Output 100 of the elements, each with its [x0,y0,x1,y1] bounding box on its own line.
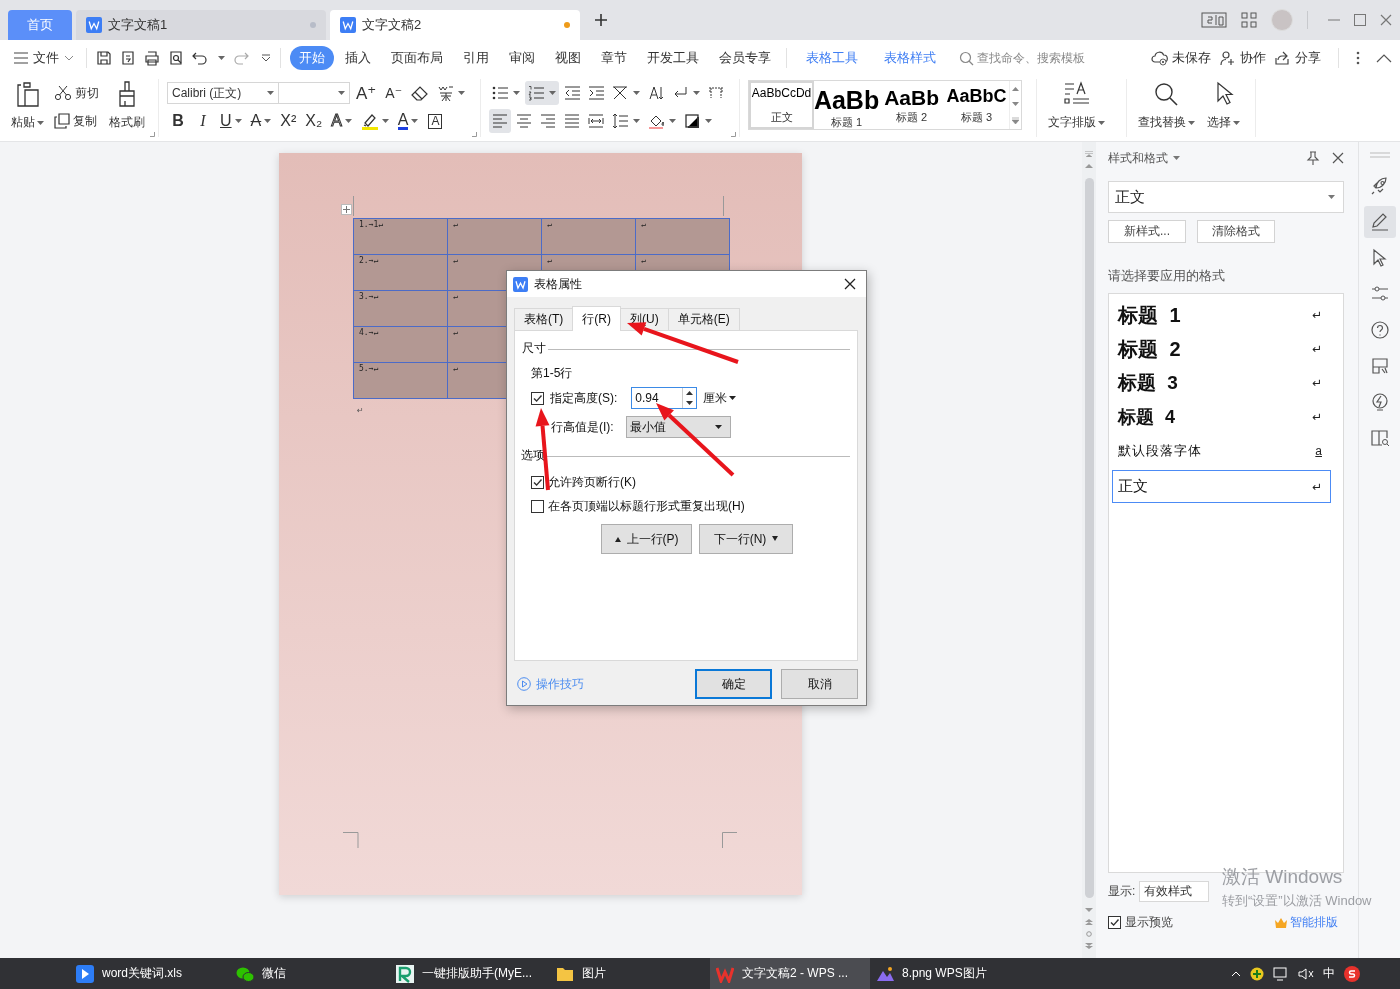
font-color-button[interactable]: A [394,109,422,133]
input-method-icon[interactable] [1344,965,1360,982]
plus-circle-icon[interactable] [1250,966,1264,981]
more-styles-icon[interactable] [1012,116,1020,124]
grow-font-button[interactable]: A⁺ [353,81,380,105]
ribbon-tab[interactable]: 视图 [546,46,590,70]
italic-button[interactable]: I [192,109,214,133]
style-item[interactable]: 标题 4 ↵ [1112,400,1331,434]
network-icon[interactable] [1273,966,1289,981]
style-gallery-item[interactable]: AaBbC 标题 3 [944,81,1010,129]
ribbon-tab[interactable]: 章节 [592,46,636,70]
pin-icon[interactable] [1306,151,1320,165]
style-gallery-item[interactable]: AaBbCcDd 正文 [749,81,815,129]
dialog-tab[interactable]: 单元格(E) [667,308,740,330]
ribbon-tab[interactable]: 插入 [336,46,380,70]
ribbon-tab[interactable]: 页面布局 [382,46,452,70]
bold-button[interactable]: B [167,109,189,133]
style-item[interactable]: 标题 1 ↵ [1112,298,1331,332]
dialog-launcher-icon[interactable] [150,132,155,137]
shrink-font-button[interactable]: A⁻ [382,81,406,105]
ribbon-tab[interactable]: 引用 [454,46,498,70]
taskbar-item[interactable]: word关键词.xls [70,958,230,989]
style-item[interactable]: 默认段落字体 a [1112,434,1331,468]
scroll-up-icon[interactable] [1085,163,1093,169]
align-left-button[interactable] [489,109,512,133]
save-icon[interactable] [96,50,112,66]
close-icon[interactable] [1332,152,1344,164]
dialog-launcher-icon[interactable] [472,132,478,137]
table-move-handle-icon[interactable] [341,204,352,215]
document-tab[interactable]: 文字文稿1 [76,10,326,40]
scrollbar-thumb[interactable] [1084,178,1094,898]
style-item[interactable]: 正文 ↵ [1112,470,1331,503]
grid-icon[interactable] [1241,12,1257,28]
copy-button[interactable]: 复制 [51,109,102,133]
more-icon[interactable] [1356,51,1360,65]
dual-view-icon[interactable] [1201,12,1227,28]
taskbar-item[interactable]: 图片 [550,958,710,989]
input-method-indicator[interactable]: 中 [1323,965,1335,982]
scroll-down-icon[interactable] [1085,907,1093,913]
superscript-button[interactable]: X² [277,109,300,133]
checkbox[interactable] [531,475,544,489]
file-menu[interactable]: 文件 [14,49,74,67]
print-icon[interactable] [144,50,160,66]
style-gallery-item[interactable]: AaBb 标题 2 [879,81,945,129]
select-button[interactable]: 选择 [1204,79,1244,133]
height-rule-dropdown[interactable]: 最小值 [625,416,731,438]
redo-icon[interactable] [233,50,249,66]
close-icon[interactable] [844,278,856,290]
new-style-button[interactable]: 新样式... [1108,220,1186,243]
unit-dropdown[interactable]: 厘米 [703,389,737,407]
collapse-icon[interactable] [1376,53,1392,63]
chevron-up-icon[interactable] [1231,970,1241,977]
next-row-button[interactable]: 下一行(N) [699,524,793,554]
spin-up-icon[interactable] [686,391,694,395]
search-field[interactable]: 查找命令、搜索模板 [959,50,1097,66]
character-border-button[interactable]: A [424,109,447,133]
strikethrough-button[interactable]: A [247,109,275,133]
style-item[interactable]: 标题 2 ↵ [1112,332,1331,366]
subscript-button[interactable]: X₂ [302,109,326,133]
document-tab[interactable]: 文字文稿2 [330,10,580,40]
checkbox[interactable] [1108,916,1121,929]
plus-icon[interactable] [594,13,608,27]
share-button[interactable]: 分享 [1274,49,1321,67]
ribbon-tab[interactable]: 表格工具 [797,46,867,70]
previous-row-button[interactable]: 上一行(P) [601,524,692,554]
style-item[interactable]: 标题 3 ↵ [1112,366,1331,400]
numbered-list-button[interactable] [525,81,560,105]
clear-format-button[interactable]: 清除格式 [1197,220,1275,243]
maximize-icon[interactable] [1354,14,1366,26]
next-page-icon[interactable] [1085,943,1093,949]
style-dropdown[interactable]: 正文 [1108,181,1344,213]
cut-button[interactable]: 剪切 [51,81,102,105]
ok-button[interactable]: 确定 [695,669,772,699]
drag-handle-icon[interactable] [1369,152,1390,158]
checkbox[interactable] [531,391,544,405]
text-layout-button[interactable]: 文字排版 [1045,79,1109,133]
dialog-tab[interactable]: 行(R) [572,306,621,331]
font-name-dropdown[interactable]: Calibri (正文) [167,82,279,104]
scroll-up-icon[interactable] [1012,86,1020,91]
checkbox[interactable] [531,499,544,513]
split-icon[interactable] [1085,151,1093,157]
ribbon-tab[interactable]: 会员专享 [710,46,780,70]
smart-layout-link[interactable]: 智能排版 [1275,914,1338,931]
ribbon-tab[interactable]: 审阅 [500,46,544,70]
dialog-tab[interactable]: 表格(T) [514,308,574,330]
text-effect-button[interactable]: A [328,109,355,133]
collaborate-button[interactable]: 协作 [1219,49,1266,67]
cancel-button[interactable]: 取消 [781,669,858,699]
taskbar-item[interactable]: 微信 [230,958,390,989]
previous-page-icon[interactable] [1085,919,1093,925]
undo-icon[interactable] [192,50,208,66]
format-painter-button[interactable]: 格式刷 [106,79,148,133]
print-preview-icon[interactable] [168,50,184,66]
paste-button[interactable]: 粘贴 [8,79,47,133]
scroll-down-icon[interactable] [1012,101,1020,106]
volume-icon[interactable] [1298,966,1314,981]
style-gallery-item[interactable]: AaBb 标题 1 [814,81,880,129]
taskbar-item[interactable]: 文字文稿2 - WPS ... [710,958,870,989]
pen-tool[interactable] [1363,206,1396,238]
underline-button[interactable]: U [217,109,245,133]
